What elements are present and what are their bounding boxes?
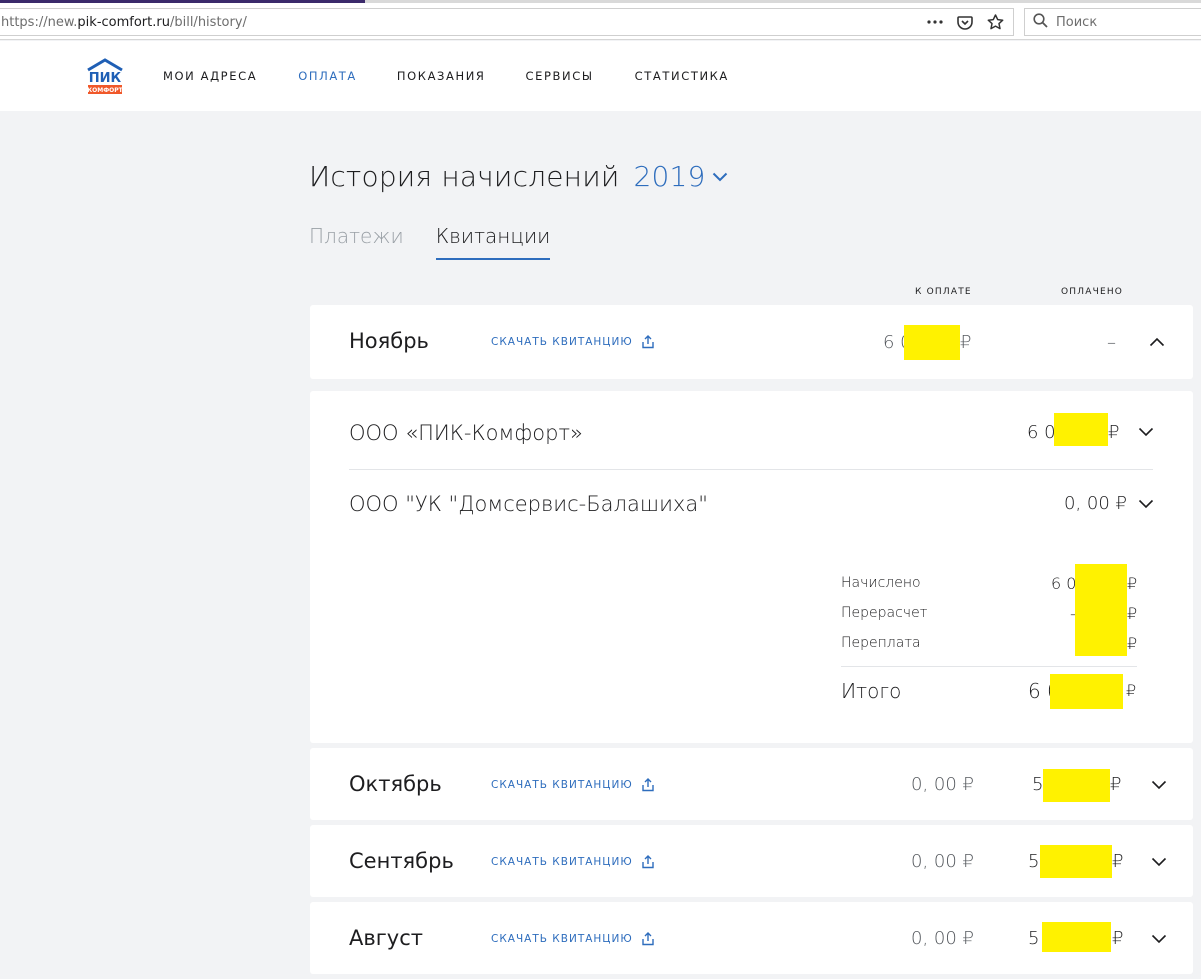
upload-share-icon bbox=[641, 778, 654, 792]
org-name-pik-comfort[interactable]: ООО «ПИК-Комфорт» bbox=[349, 421, 583, 445]
paid-amount: 5 bbox=[1028, 851, 1040, 872]
download-receipt-link[interactable]: СКАЧАТЬ КВИТАНЦИЮ bbox=[491, 932, 655, 946]
logo-text-bottom: КОМФОРТ bbox=[87, 87, 123, 94]
logo-text-top: ПИК bbox=[89, 71, 122, 86]
url-domain: pik-comfort.ru bbox=[77, 14, 170, 30]
download-receipt-label: СКАЧАТЬ КВИТАНЦИЮ bbox=[491, 779, 633, 791]
page-title-text: История начислений bbox=[309, 160, 620, 193]
month-card-november[interactable]: Ноябрь СКАЧАТЬ КВИТАНЦИЮ 6 0 ₽ – bbox=[310, 305, 1193, 379]
month-card-august[interactable]: Август СКАЧАТЬ КВИТАНЦИЮ 0, 00 ₽ 5 ₽ bbox=[310, 902, 1193, 974]
to-pay-amount: 0, 00 ₽ bbox=[911, 851, 974, 872]
browser-search-bar[interactable]: Поиск bbox=[1024, 8, 1201, 36]
total-label: Итого bbox=[841, 679, 902, 703]
nav-item-addresses[interactable]: МОИ АДРЕСА bbox=[163, 69, 257, 83]
redaction-box bbox=[1040, 845, 1112, 878]
pik-comfort-logo[interactable]: ПИК КОМФОРТ bbox=[86, 58, 124, 96]
details-divider bbox=[841, 666, 1137, 667]
currency-sign: ₽ bbox=[1112, 851, 1124, 872]
redaction-box bbox=[1043, 769, 1110, 802]
currency-sign: ₽ bbox=[1108, 422, 1120, 443]
year-dropdown[interactable]: 2019 bbox=[633, 160, 727, 193]
redaction-box bbox=[1075, 564, 1127, 656]
bookmark-star-icon[interactable] bbox=[985, 12, 1005, 32]
download-receipt-label: СКАЧАТЬ КВИТАНЦИЮ bbox=[491, 336, 633, 348]
org-amount-domservis: 0, 00 ₽ bbox=[1064, 493, 1127, 514]
to-pay-amount: 0, 00 ₽ bbox=[911, 928, 974, 949]
org-name-domservis[interactable]: ООО "УК "Домсервис-Балашиха" bbox=[349, 492, 708, 516]
redaction-box bbox=[1050, 674, 1123, 709]
overpay-label: Переплата bbox=[841, 635, 921, 651]
to-pay-amount: 0, 00 ₽ bbox=[911, 774, 974, 795]
address-bar[interactable]: https://new.pik-comfort.ru/bill/history/ bbox=[0, 8, 1014, 36]
chevron-up-icon[interactable] bbox=[1148, 333, 1166, 351]
chevron-down-icon[interactable] bbox=[1137, 495, 1155, 513]
redaction-box bbox=[1054, 413, 1108, 446]
main-nav: МОИ АДРЕСА ОПЛАТА ПОКАЗАНИЯ СЕРВИСЫ СТАТ… bbox=[163, 69, 729, 83]
history-tabs: Платежи Квитанции bbox=[309, 224, 551, 260]
currency-sign: ₽ bbox=[1110, 774, 1122, 795]
upload-share-icon bbox=[641, 932, 654, 946]
search-icon bbox=[1033, 12, 1048, 32]
url-path: /bill/history/ bbox=[169, 14, 247, 30]
download-receipt-label: СКАЧАТЬ КВИТАНЦИЮ bbox=[491, 933, 633, 945]
column-header-to-pay: К ОПЛАТЕ bbox=[915, 287, 972, 297]
download-receipt-link[interactable]: СКАЧАТЬ КВИТАНЦИЮ bbox=[491, 778, 655, 792]
nav-item-payment[interactable]: ОПЛАТА bbox=[298, 69, 357, 83]
chevron-down-icon[interactable] bbox=[1150, 930, 1168, 948]
page-title: История начислений 2019 bbox=[309, 160, 728, 193]
year-value: 2019 bbox=[633, 160, 706, 193]
currency-sign: ₽ bbox=[1127, 634, 1138, 653]
month-name: Октябрь bbox=[349, 772, 442, 796]
month-name: Сентябрь bbox=[349, 849, 454, 873]
tab-strip-line bbox=[0, 0, 1201, 3]
currency-sign: ₽ bbox=[1126, 681, 1137, 700]
tab-receipts[interactable]: Квитанции bbox=[435, 224, 551, 260]
url-prefix: https://new. bbox=[1, 14, 78, 30]
recalc-label: Перерасчет bbox=[841, 605, 928, 621]
org-divider bbox=[349, 469, 1153, 470]
org-amount-pik-comfort: 6 0 bbox=[1027, 422, 1056, 443]
chevron-down-icon bbox=[712, 172, 727, 181]
address-bar-actions bbox=[925, 11, 1005, 33]
paid-amount: – bbox=[1107, 332, 1116, 353]
currency-sign: ₽ bbox=[1127, 604, 1138, 623]
nav-item-readings[interactable]: ПОКАЗАНИЯ bbox=[397, 69, 486, 83]
page-actions-icon[interactable] bbox=[925, 12, 945, 32]
browser-chrome: https://new.pik-comfort.ru/bill/history/… bbox=[0, 0, 1201, 40]
month-card-september[interactable]: Сентябрь СКАЧАТЬ КВИТАНЦИЮ 0, 00 ₽ 5 ₽ bbox=[310, 825, 1193, 897]
upload-share-icon bbox=[641, 335, 654, 349]
november-details-card: ООО «ПИК-Комфорт» 6 0 ₽ ООО "УК "Домсерв… bbox=[310, 391, 1193, 743]
currency-sign: ₽ bbox=[1112, 928, 1124, 949]
download-receipt-link[interactable]: СКАЧАТЬ КВИТАНЦИЮ bbox=[491, 335, 655, 349]
currency-sign: ₽ bbox=[1127, 574, 1138, 593]
month-name: Август bbox=[349, 926, 423, 950]
chevron-down-icon[interactable] bbox=[1150, 853, 1168, 871]
download-receipt-label: СКАЧАТЬ КВИТАНЦИЮ bbox=[491, 856, 633, 868]
chevron-down-icon[interactable] bbox=[1150, 776, 1168, 794]
accrued-value: 6 0 bbox=[1051, 574, 1077, 593]
month-name: Ноябрь bbox=[349, 329, 429, 353]
month-card-october[interactable]: Октябрь СКАЧАТЬ КВИТАНЦИЮ 0, 00 ₽ 5 ₽ bbox=[310, 748, 1193, 820]
accrued-label: Начислено bbox=[841, 575, 921, 591]
site-header: ПИК КОМФОРТ МОИ АДРЕСА ОПЛАТА ПОКАЗАНИЯ … bbox=[0, 41, 1201, 111]
nav-item-statistics[interactable]: СТАТИСТИКА bbox=[635, 69, 729, 83]
redaction-box bbox=[904, 325, 960, 360]
tab-payments[interactable]: Платежи bbox=[309, 224, 404, 260]
nav-item-services[interactable]: СЕРВИСЫ bbox=[526, 69, 594, 83]
paid-amount: 5 bbox=[1028, 928, 1040, 949]
upload-share-icon bbox=[641, 855, 654, 869]
active-tab-indicator bbox=[0, 0, 365, 3]
paid-amount: 5 bbox=[1032, 774, 1044, 795]
currency-sign: ₽ bbox=[960, 332, 972, 353]
chevron-down-icon[interactable] bbox=[1137, 423, 1155, 441]
url-text[interactable]: https://new.pik-comfort.ru/bill/history/ bbox=[0, 15, 247, 30]
download-receipt-link[interactable]: СКАЧАТЬ КВИТАНЦИЮ bbox=[491, 855, 655, 869]
pocket-icon[interactable] bbox=[955, 12, 975, 32]
column-header-paid: ОПЛАЧЕНО bbox=[1061, 287, 1124, 297]
redaction-box bbox=[1042, 922, 1111, 952]
search-placeholder: Поиск bbox=[1056, 14, 1098, 30]
